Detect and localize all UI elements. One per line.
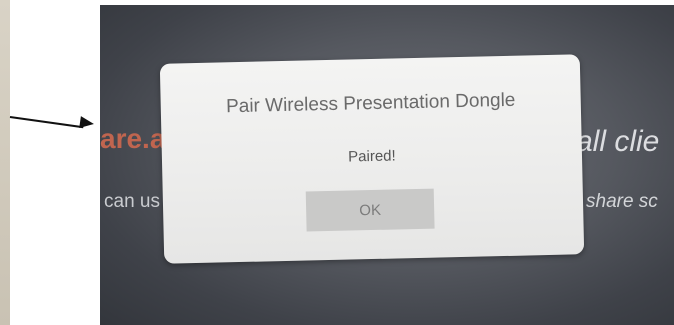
wall-edge — [0, 0, 10, 325]
tv-screen: are.a can us all clie share sc Pair Wire… — [100, 5, 674, 325]
arrow-head-icon — [79, 116, 95, 130]
background-subtitle-right: share sc — [586, 191, 658, 212]
background-subtitle-left: can us — [104, 191, 160, 212]
background-title-left: are.a — [100, 123, 166, 154]
background-title-right: all clie — [576, 125, 660, 158]
dialog-message: Paired! — [347, 147, 396, 166]
ok-button[interactable]: OK — [305, 188, 435, 232]
photo-canvas: are.a can us all clie share sc Pair Wire… — [0, 0, 674, 325]
arrow-right-icon — [9, 116, 84, 129]
dialog-title: Pair Wireless Presentation Dongle — [225, 89, 516, 118]
pairing-dialog: Pair Wireless Presentation Dongle Paired… — [159, 54, 585, 264]
